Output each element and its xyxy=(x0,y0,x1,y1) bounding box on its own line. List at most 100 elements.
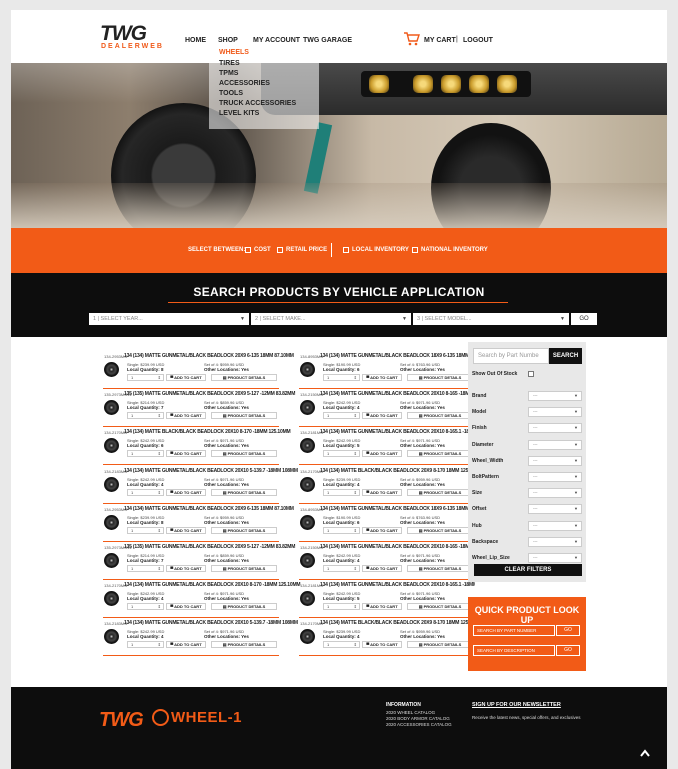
stepper-icon[interactable]: ⇕ xyxy=(158,451,161,456)
wheel-catalog-link[interactable]: 2020 WHEEL CATALOG xyxy=(386,710,435,715)
accessories-catalog-link[interactable]: 2020 ACCESSORIES CATALOG xyxy=(386,722,452,727)
quantity-stepper[interactable]: 1 ⇕ xyxy=(323,603,360,611)
product-details-button[interactable]: ▤ PRODUCT DETAILS xyxy=(407,526,473,534)
retail-price-label[interactable]: RETAIL PRICE xyxy=(286,247,327,253)
wheel-thumbnail-icon[interactable] xyxy=(104,591,119,607)
logout-link[interactable]: LOGOUT xyxy=(463,37,493,44)
wheel-thumbnail-icon[interactable] xyxy=(104,400,119,416)
filter-select[interactable]: --- ▼ xyxy=(528,504,582,515)
add-to-cart-button[interactable]: ▀ ADD TO CART xyxy=(166,488,206,496)
chevron-up-icon[interactable] xyxy=(640,749,650,757)
lookup-part-go-button[interactable]: GO xyxy=(556,625,580,636)
product-details-button[interactable]: ▤ PRODUCT DETAILS xyxy=(211,488,277,496)
quantity-stepper[interactable]: 1 ⇕ xyxy=(127,412,164,420)
stepper-icon[interactable]: ⇕ xyxy=(354,642,357,647)
quantity-stepper[interactable]: 1 ⇕ xyxy=(323,526,360,534)
wheel-thumbnail-icon[interactable] xyxy=(104,476,119,492)
product-details-button[interactable]: ▤ PRODUCT DETAILS xyxy=(407,488,473,496)
add-to-cart-button[interactable]: ▀ ADD TO CART xyxy=(362,603,402,611)
product-details-button[interactable]: ▤ PRODUCT DETAILS xyxy=(211,450,277,458)
lookup-description-input[interactable]: SEARCH BY DESCRIPTION xyxy=(473,645,555,656)
stepper-icon[interactable]: ⇕ xyxy=(158,642,161,647)
filter-select[interactable]: --- ▼ xyxy=(528,391,582,401)
product-details-button[interactable]: ▤ PRODUCT DETAILS xyxy=(211,603,277,611)
add-to-cart-button[interactable]: ▀ ADD TO CART xyxy=(362,374,402,381)
cost-label[interactable]: COST xyxy=(254,247,271,253)
wheel-thumbnail-icon[interactable] xyxy=(300,362,315,377)
product-details-button[interactable]: ▤ PRODUCT DETAILS xyxy=(407,450,473,458)
cost-checkbox[interactable] xyxy=(245,247,251,253)
add-to-cart-button[interactable]: ▀ ADD TO CART xyxy=(362,526,402,534)
product-details-button[interactable]: ▤ PRODUCT DETAILS xyxy=(211,565,277,572)
national-inventory-checkbox[interactable] xyxy=(412,247,418,253)
filter-select[interactable]: --- ▼ xyxy=(528,520,582,531)
product-name[interactable]: 135 (135) MATTE GUNMETAL/BLACK BEADLOCK … xyxy=(124,391,295,397)
wheel-thumbnail-icon[interactable] xyxy=(300,476,315,492)
clear-filters-button[interactable]: CLEAR FILTERS xyxy=(474,564,582,576)
product-details-button[interactable]: ▤ PRODUCT DETAILS xyxy=(407,641,473,649)
filter-select[interactable]: --- ▼ xyxy=(528,488,582,499)
menu-item-tools[interactable]: TOOLS xyxy=(219,90,243,97)
product-name[interactable]: 134 (134) MATTE BLACK/BLACK BEADLOCK 20X… xyxy=(320,620,475,626)
site-logo[interactable]: TWG DEALERWEB xyxy=(100,22,162,52)
body-armor-catalog-link[interactable]: 2020 BODY ARMOR CATALOG xyxy=(386,716,450,721)
stepper-icon[interactable]: ⇕ xyxy=(354,490,357,495)
lookup-part-number-input[interactable]: SEARCH BY PART NUMBER xyxy=(473,625,555,636)
footer-logo-wheel1[interactable]: WHEEL-1 xyxy=(152,708,242,727)
product-name[interactable]: 134 (134) MATTE GUNMETAL/BLACK BEADLOCK … xyxy=(320,429,475,435)
add-to-cart-button[interactable]: ▀ ADD TO CART xyxy=(166,374,206,381)
wheel-thumbnail-icon[interactable] xyxy=(300,400,315,416)
nav-twg-garage[interactable]: TWG GARAGE xyxy=(303,37,352,44)
product-name[interactable]: 134 (134) MATTE GUNMETAL/BLACK BEADLOCK … xyxy=(320,544,475,550)
filter-select[interactable]: --- ▼ xyxy=(528,472,582,482)
product-name[interactable]: 134 (134) MATTE GUNMETAL/BLACK BEADLOCK … xyxy=(320,582,475,588)
product-name[interactable]: 134 (134) MATTE GUNMETAL/BLACK BEADLOCK … xyxy=(124,353,294,359)
footer-logo-twg[interactable]: TWG xyxy=(99,709,144,732)
quantity-stepper[interactable]: 1 ⇕ xyxy=(127,603,164,611)
quantity-stepper[interactable]: 1 ⇕ xyxy=(127,565,164,572)
filter-select[interactable]: --- ▼ xyxy=(528,455,582,466)
nav-home[interactable]: HOME xyxy=(185,37,206,44)
quantity-stepper[interactable]: 1 ⇕ xyxy=(127,488,164,496)
stepper-icon[interactable]: ⇕ xyxy=(158,490,161,495)
my-cart-link[interactable]: MY CART xyxy=(424,37,456,44)
menu-item-tpms[interactable]: TPMS xyxy=(219,70,238,77)
filter-select[interactable]: --- ▼ xyxy=(528,553,582,563)
quantity-stepper[interactable]: 1 ⇕ xyxy=(323,488,360,496)
product-name[interactable]: 134 (134) MATTE GUNMETAL/BLACK BEADLOCK … xyxy=(124,506,294,512)
add-to-cart-button[interactable]: ▀ ADD TO CART xyxy=(362,641,402,649)
quantity-stepper[interactable]: 1 ⇕ xyxy=(127,526,164,534)
quantity-stepper[interactable]: 1 ⇕ xyxy=(323,412,360,420)
part-number-search-input[interactable]: Search by Part Numbe xyxy=(473,348,549,364)
menu-item-accessories[interactable]: ACCESSORIES xyxy=(219,80,270,87)
product-details-button[interactable]: ▤ PRODUCT DETAILS xyxy=(211,526,277,534)
local-inventory-label[interactable]: LOCAL INVENTORY xyxy=(352,247,409,253)
add-to-cart-button[interactable]: ▀ ADD TO CART xyxy=(362,488,402,496)
add-to-cart-button[interactable]: ▀ ADD TO CART xyxy=(166,450,206,458)
quantity-stepper[interactable]: 1 ⇕ xyxy=(323,450,360,458)
stepper-icon[interactable]: ⇕ xyxy=(354,375,357,380)
menu-item-level-kits[interactable]: LEVEL KITS xyxy=(219,110,259,117)
product-details-button[interactable]: ▤ PRODUCT DETAILS xyxy=(211,374,277,381)
add-to-cart-button[interactable]: ▀ ADD TO CART xyxy=(166,641,206,649)
add-to-cart-button[interactable]: ▀ ADD TO CART xyxy=(166,412,206,420)
filter-select[interactable]: --- ▼ xyxy=(528,439,582,450)
wheel-thumbnail-icon[interactable] xyxy=(300,629,315,645)
stepper-icon[interactable]: ⇕ xyxy=(354,528,357,533)
wheel-thumbnail-icon[interactable] xyxy=(104,514,119,530)
retail-price-checkbox[interactable] xyxy=(277,247,283,253)
product-name[interactable]: 134 (134) MATTE GUNMETAL/BLACK BEADLOCK … xyxy=(124,468,298,474)
part-search-button[interactable]: SEARCH xyxy=(549,348,582,364)
quantity-stepper[interactable]: 1 ⇕ xyxy=(127,374,164,381)
wheel-thumbnail-icon[interactable] xyxy=(300,553,315,568)
stepper-icon[interactable]: ⇕ xyxy=(354,451,357,456)
quantity-stepper[interactable]: 1 ⇕ xyxy=(323,641,360,649)
product-name[interactable]: 134 (134) MATTE GUNMETAL/BLACK BEADLOCK … xyxy=(124,582,301,588)
product-name[interactable]: 134 (134) MATTE BLACK/BLACK BEADLOCK 20X… xyxy=(320,468,475,474)
product-name[interactable]: 134 (134) MATTE GUNMETAL/BLACK BEADLOCK … xyxy=(124,620,298,626)
quantity-stepper[interactable]: 1 ⇕ xyxy=(323,565,360,572)
lookup-desc-go-button[interactable]: GO xyxy=(556,645,580,656)
quantity-stepper[interactable]: 1 ⇕ xyxy=(127,641,164,649)
menu-item-truck-accessories[interactable]: TRUCK ACCESSORIES xyxy=(219,100,296,107)
stepper-icon[interactable]: ⇕ xyxy=(158,528,161,533)
